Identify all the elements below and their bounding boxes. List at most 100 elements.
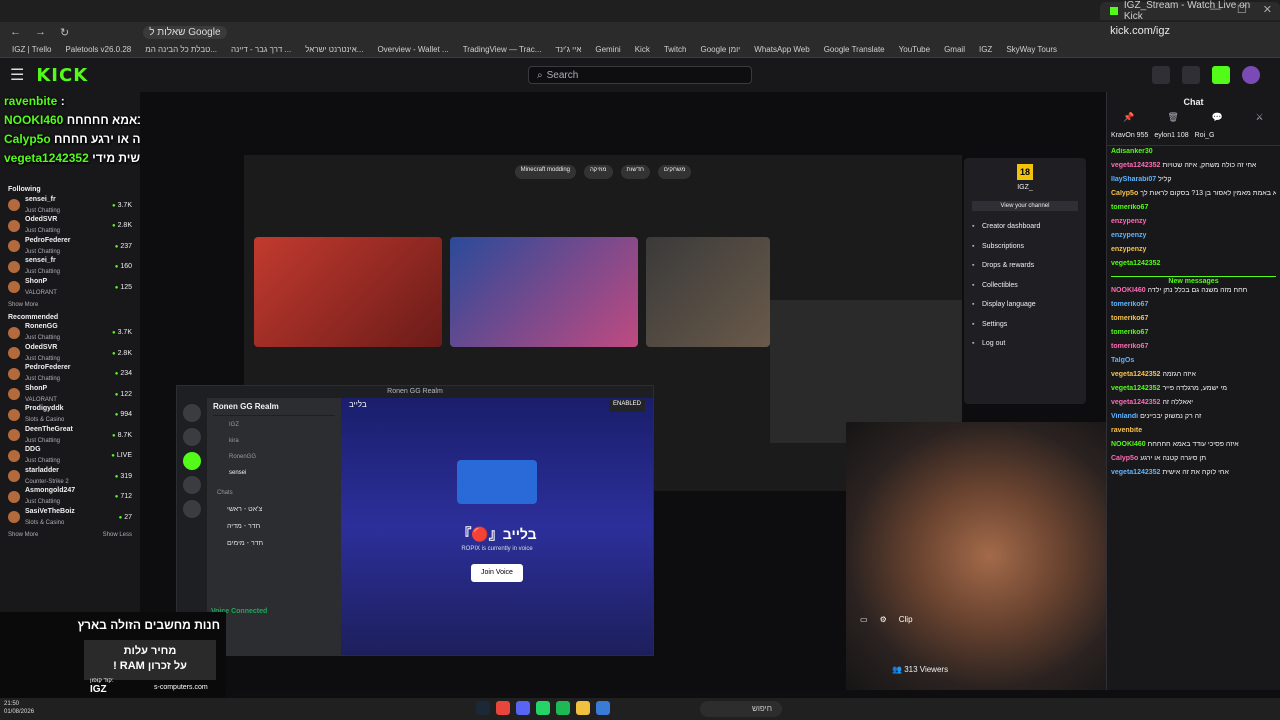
sidebar-channel[interactable]: PedroFederer Just Chatting 237	[8, 236, 132, 257]
bookmark-item[interactable]: Twitch	[664, 45, 687, 54]
show-more-following[interactable]: Show More	[8, 302, 132, 308]
voice-user[interactable]: RonenGG	[213, 454, 335, 470]
maximize-icon[interactable]: ☐	[1237, 3, 1247, 16]
notifications-icon[interactable]	[1212, 66, 1230, 84]
sidebar-channel[interactable]: sensei_fr Just Chatting 3.7K	[8, 195, 132, 216]
chat-username[interactable]: vegeta1242352	[1111, 371, 1160, 378]
avatar[interactable]	[1242, 66, 1260, 84]
chat-bubble-icon[interactable]: 💬	[1212, 112, 1223, 126]
kick-logo[interactable]: KICK	[36, 65, 88, 86]
bookmark-item[interactable]: IGZ | Trello	[12, 45, 51, 54]
trash-icon[interactable]: 🗑	[1167, 112, 1178, 126]
server-name[interactable]: Ronen GG Realm	[213, 402, 335, 416]
whatsapp-icon[interactable]	[536, 701, 550, 715]
dashboard-icon[interactable]	[1182, 66, 1200, 84]
minimize-icon[interactable]: —	[1210, 3, 1221, 16]
chat-username[interactable]: enzypenzy	[1111, 246, 1146, 253]
voice-user[interactable]: IGZ	[213, 422, 335, 438]
steam-icon[interactable]	[476, 701, 490, 715]
folder-icon[interactable]	[576, 701, 590, 715]
chat-username[interactable]: IlaySharabi07	[1111, 176, 1156, 183]
server-icon[interactable]	[183, 404, 201, 422]
url-field[interactable]: kick.com/igz	[1110, 25, 1170, 37]
reload-icon[interactable]: ↻	[60, 26, 69, 39]
chat-username[interactable]: vegeta1242352	[1111, 260, 1160, 267]
menu-item[interactable]: Log out	[972, 334, 1078, 354]
menu-item[interactable]: Creator dashboard	[972, 217, 1078, 237]
clip-button[interactable]: Clip	[899, 615, 913, 624]
menu-item[interactable]: Display language	[972, 295, 1078, 315]
bookmark-item[interactable]: TradingView — Trac...	[463, 45, 542, 54]
sidebar-channel[interactable]: DeenTheGreat Just Chatting 8.7K	[8, 425, 132, 446]
sidebar-channel[interactable]: Prodigyddk Slots & Casino 994	[8, 405, 132, 426]
taskbar-search[interactable]: חיפוש	[700, 701, 782, 717]
extension-chip[interactable]: שאלות ל Google	[143, 25, 227, 39]
bookmark-item[interactable]: דרך גבר - דיינה ...	[231, 45, 291, 54]
menu-item[interactable]: Settings	[972, 315, 1078, 335]
spotify-icon[interactable]	[556, 701, 570, 715]
chat-username[interactable]: ravenbite	[1111, 427, 1142, 434]
chat-username[interactable]: tomeriko67	[1111, 301, 1148, 308]
search-input[interactable]: ⌕ Search	[528, 66, 752, 84]
show-less-button[interactable]: Show Less	[103, 532, 132, 538]
edge-icon[interactable]	[596, 701, 610, 715]
voice-user[interactable]: kira	[213, 438, 335, 454]
view-channel-button[interactable]: View your channel	[972, 201, 1078, 211]
discord-icon[interactable]	[516, 701, 530, 715]
chat-username[interactable]: Calyp5o	[1111, 455, 1138, 462]
sidebar-channel[interactable]: DDG Just Chatting LIVE	[8, 446, 132, 467]
hamburger-menu-icon[interactable]: ☰	[10, 65, 24, 85]
top-user[interactable]: KravOn 955	[1111, 132, 1148, 139]
chat-username[interactable]: tomeriko67	[1111, 329, 1148, 336]
sidebar-channel[interactable]: OdedSVR Just Chatting 2.8K	[8, 216, 132, 237]
chat-username[interactable]: NOOKI460	[1111, 287, 1146, 294]
chat-username[interactable]: tomeriko67	[1111, 315, 1148, 322]
bookmark-item[interactable]: טבלת כל הבינה המ...	[145, 45, 217, 54]
browse-icon[interactable]	[1152, 66, 1170, 84]
bookmark-item[interactable]: Kick	[635, 45, 650, 54]
bookmark-item[interactable]: Google יומן	[701, 45, 741, 54]
sidebar-channel[interactable]: sensei_fr Just Chatting 160	[8, 257, 132, 278]
stream-player[interactable]: Minecraft modding מוזיקה חדשות משחקים 18 IG…	[140, 92, 1106, 690]
chat-username[interactable]: vegeta1242352	[1111, 385, 1160, 392]
sidebar-channel[interactable]: ShonP VALORANT 125	[8, 277, 132, 298]
bookmark-item[interactable]: Overview - Wallet ...	[377, 45, 448, 54]
bookmark-item[interactable]: איי ג'ינד	[555, 45, 581, 54]
chat-username[interactable]: NOOKI460	[1111, 441, 1146, 448]
chat-username[interactable]: enzypenzy	[1111, 232, 1146, 239]
bookmark-item[interactable]: Gemini	[595, 45, 620, 54]
bookmark-item[interactable]: IGZ	[979, 45, 992, 54]
bookmark-item[interactable]: YouTube	[899, 45, 930, 54]
top-user[interactable]: eylon1 108	[1154, 132, 1188, 139]
sidebar-channel[interactable]: Asmongold247 Just Chatting 712	[8, 487, 132, 508]
chat-username[interactable]: tomeriko67	[1111, 204, 1148, 211]
chat-username[interactable]: Adisanker30	[1111, 148, 1153, 155]
server-icon[interactable]	[183, 428, 201, 446]
chat-username[interactable]: TalgOs	[1111, 357, 1134, 364]
bookmark-item[interactable]: אינטרנט ישראל...	[305, 45, 363, 54]
chat-username[interactable]: vegeta1242352	[1111, 162, 1160, 169]
settings-icon[interactable]: ⚙	[880, 615, 887, 624]
sidebar-channel[interactable]: PedroFederer Just Chatting 234	[8, 364, 132, 385]
show-more-button[interactable]: Show More	[8, 532, 38, 538]
pin-icon[interactable]: 📌	[1123, 112, 1134, 126]
chat-username[interactable]: vegeta1242352	[1111, 469, 1160, 476]
top-user[interactable]: Roi_G	[1195, 132, 1215, 139]
menu-item[interactable]: Subscriptions	[972, 237, 1078, 257]
chat-username[interactable]: Vinlandi	[1111, 413, 1138, 420]
menu-item[interactable]: Collectibles	[972, 276, 1078, 296]
back-icon[interactable]: ←	[10, 26, 21, 38]
bookmark-item[interactable]: Google Translate	[824, 45, 885, 54]
text-channel[interactable]: צ'אט - ראשי	[213, 506, 335, 523]
text-channel[interactable]: חדר - מימים	[213, 540, 335, 557]
swords-icon[interactable]: ⚔	[1256, 112, 1264, 126]
bookmark-item[interactable]: SkyWay Tours	[1006, 45, 1057, 54]
sidebar-channel[interactable]: RonenGG Just Chatting 3.7K	[8, 323, 132, 344]
chats-category[interactable]: Chats	[213, 490, 335, 506]
chat-username[interactable]: enzypenzy	[1111, 218, 1146, 225]
join-voice-button[interactable]: Join Voice	[471, 564, 523, 582]
sidebar-channel[interactable]: starladder Counter-Strike 2 319	[8, 466, 132, 487]
server-icon[interactable]	[183, 452, 201, 470]
chat-username[interactable]: Calyp5o	[1111, 190, 1138, 197]
sidebar-channel[interactable]: ShonP VALORANT 122	[8, 384, 132, 405]
